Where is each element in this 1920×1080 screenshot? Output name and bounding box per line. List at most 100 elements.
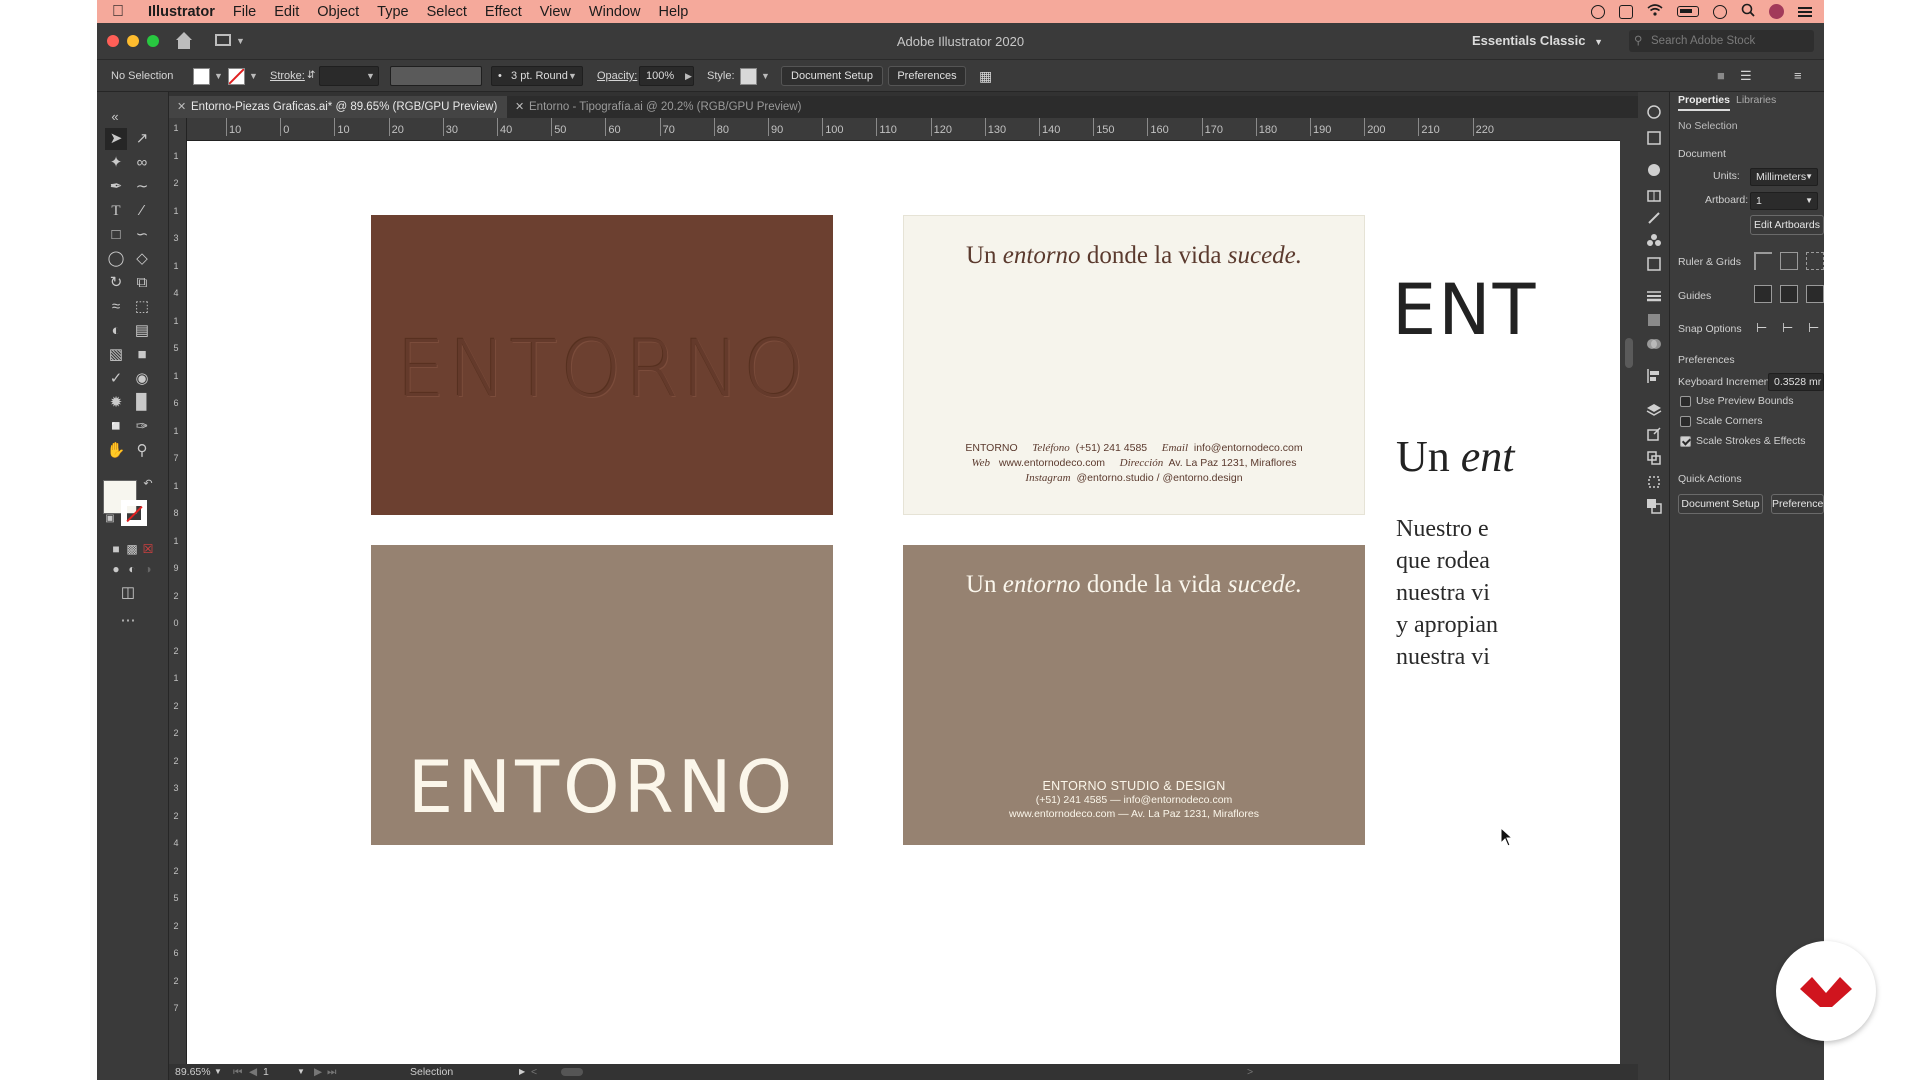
clock-icon[interactable] — [1713, 4, 1727, 19]
eraser-tool-icon[interactable]: ◇ — [131, 248, 153, 270]
qa-document-setup-button[interactable]: Document Setup — [1678, 494, 1763, 514]
align-options-icon[interactable]: ▦ — [979, 60, 992, 92]
horizontal-ruler[interactable]: 10 0 10 20 30 40 50 60 70 80 90 100 110 120 130 140 150 1… — [187, 118, 1620, 141]
search-icon[interactable] — [1741, 3, 1755, 20]
menu-effect[interactable]: Effect — [476, 4, 531, 20]
document-setup-button[interactable]: Document Setup — [781, 66, 883, 86]
direct-selection-tool-icon[interactable]: ↗ — [131, 128, 153, 150]
card-cream-contact[interactable]: Un entorno donde la vida sucede. ENTORNO… — [903, 215, 1365, 515]
vertical-scrollbar[interactable] — [1620, 118, 1638, 1064]
scroll-left-icon[interactable]: < — [531, 1064, 537, 1080]
chevron-down-icon[interactable]: ▼ — [366, 71, 375, 81]
screen-mode-icon[interactable]: ◫ — [117, 582, 139, 604]
rotate-tool-icon[interactable]: ↻ — [105, 272, 127, 294]
artboard-tagline[interactable]: Un ent — [1396, 431, 1515, 482]
curvature-tool-icon[interactable]: ∼ — [131, 176, 153, 198]
collapse-panel-icon[interactable]: « — [104, 106, 126, 128]
workspace-switcher[interactable]: Essentials Classic ▼ — [1472, 33, 1603, 48]
color-guide-icon[interactable] — [1646, 104, 1662, 120]
transform-icon[interactable]: ■ — [1717, 60, 1725, 92]
draw-inside-icon[interactable]: ◑ — [137, 558, 159, 580]
scroll-thumb[interactable] — [1625, 338, 1633, 368]
control-center-icon[interactable] — [1798, 6, 1812, 17]
transparency-grid-icon[interactable] — [1806, 252, 1824, 270]
scroll-right-icon[interactable]: > — [1247, 1064, 1253, 1080]
asset-export-icon[interactable] — [1646, 256, 1662, 272]
shaper-tool-icon[interactable]: ◯ — [105, 248, 127, 270]
qa-preferences-button[interactable]: Preferences — [1771, 494, 1824, 514]
menu-help[interactable]: Help — [649, 4, 697, 20]
chevron-down-icon[interactable]: ▼ — [249, 71, 258, 81]
chevron-down-icon[interactable]: ▼ — [297, 1064, 305, 1080]
transform-panel-icon[interactable] — [1646, 474, 1662, 490]
next-artboard-icon[interactable]: ▶ — [314, 1064, 322, 1080]
preferences-button[interactable]: Preferences — [888, 66, 966, 86]
align-panel-icon[interactable] — [1646, 368, 1662, 384]
scale-strokes-checkbox[interactable] — [1680, 436, 1691, 447]
edit-toolbar-icon[interactable]: ⋯ — [117, 610, 139, 632]
magic-wand-tool-icon[interactable]: ✦ — [105, 152, 127, 174]
gradient-panel-icon[interactable] — [1646, 312, 1662, 328]
swatches-icon[interactable] — [1646, 188, 1662, 204]
brushes-icon[interactable] — [1646, 210, 1662, 226]
transparency-icon[interactable] — [1646, 336, 1662, 352]
rectangle-tool-icon[interactable]: □ — [105, 224, 127, 246]
shape-builder-tool-icon[interactable]: ◐ — [105, 320, 127, 342]
none-mode-icon[interactable]: ☒ — [137, 538, 159, 560]
stroke-color-icon[interactable] — [121, 500, 147, 526]
opacity-label[interactable]: Opacity: — [597, 60, 637, 92]
record-icon[interactable] — [1591, 4, 1605, 19]
battery-icon[interactable] — [1677, 6, 1699, 17]
export-icon[interactable] — [1646, 426, 1662, 442]
lock-guides-icon[interactable] — [1780, 285, 1798, 303]
live-paint-tool-icon[interactable]: ▤ — [131, 320, 153, 342]
symbol-sprayer-tool-icon[interactable]: ✹ — [105, 392, 127, 414]
variable-width-profile[interactable] — [390, 66, 482, 86]
stroke-panel-icon[interactable] — [1646, 288, 1662, 304]
tab-entorno-piezas[interactable]: ✕ Entorno-Piezas Graficas.ai* @ 89.65% (… — [169, 96, 507, 118]
scale-tool-icon[interactable]: ⧉ — [131, 272, 153, 294]
stroke-stepper-icon[interactable]: ⇵ — [307, 60, 315, 92]
artboard-brand-word[interactable]: ENT — [1392, 269, 1537, 351]
artboard-dropdown[interactable]: 1 ▼ — [1750, 192, 1818, 210]
creative-cloud-icon[interactable] — [1619, 4, 1633, 19]
show-rulers-icon[interactable] — [1754, 252, 1772, 270]
snap-to-grid-icon[interactable]: ⊢ — [1782, 320, 1793, 336]
line-tool-icon[interactable]: ⁄ — [131, 200, 153, 222]
apple-icon[interactable]:  — [97, 3, 139, 21]
card-taupe-logo[interactable]: ENTORNO — [371, 545, 833, 845]
use-preview-bounds-checkbox[interactable] — [1680, 396, 1691, 407]
symbols-icon[interactable] — [1646, 232, 1662, 248]
default-fill-stroke-icon[interactable]: ▣ — [99, 508, 121, 530]
gradient-tool-icon[interactable]: ■ — [131, 344, 153, 366]
card-brown-embossed[interactable]: ENTORNO — [371, 215, 833, 515]
menu-edit[interactable]: Edit — [265, 4, 308, 20]
hand-tool-icon[interactable]: ✋ — [105, 440, 127, 462]
column-graph-tool-icon[interactable]: ▉ — [131, 392, 153, 414]
close-tab-icon[interactable]: ✕ — [177, 96, 186, 118]
previous-artboard-icon[interactable]: ◀ — [249, 1064, 257, 1080]
stroke-swatch[interactable] — [228, 68, 245, 85]
artboard-tool-icon[interactable]: ◽ — [105, 416, 127, 438]
artboards-icon[interactable] — [1646, 450, 1662, 466]
units-dropdown[interactable]: Millimeters ▼ — [1750, 168, 1818, 186]
menu-type[interactable]: Type — [368, 4, 417, 20]
show-guides-icon[interactable] — [1754, 285, 1772, 303]
chevron-down-icon[interactable]: ▼ — [214, 71, 223, 81]
selection-tool-icon[interactable]: ➤ — [105, 128, 127, 150]
color-icon[interactable] — [1646, 162, 1662, 178]
swap-fill-stroke-icon[interactable]: ↶ — [137, 473, 159, 495]
chevron-down-icon[interactable]: ▼ — [568, 71, 577, 81]
close-tab-icon[interactable]: ✕ — [515, 96, 524, 118]
graphic-style-swatch[interactable] — [740, 68, 757, 85]
menu-view[interactable]: View — [531, 4, 580, 20]
status-menu-icon[interactable]: ▶ — [519, 1064, 525, 1080]
show-grid-icon[interactable] — [1780, 252, 1798, 270]
tab-libraries[interactable]: Libraries — [1736, 94, 1776, 106]
artboard-paragraph[interactable]: Nuestro e que rodea nuestra vi y apropia… — [1396, 513, 1620, 673]
menu-object[interactable]: Object — [308, 4, 368, 20]
pen-tool-icon[interactable]: ✒ — [105, 176, 127, 198]
align-icon[interactable]: ☰ — [1740, 60, 1752, 92]
adobe-stock-search-input[interactable]: ⚲ Search Adobe Stock — [1629, 30, 1814, 52]
menu-app-name[interactable]: Illustrator — [139, 4, 224, 20]
